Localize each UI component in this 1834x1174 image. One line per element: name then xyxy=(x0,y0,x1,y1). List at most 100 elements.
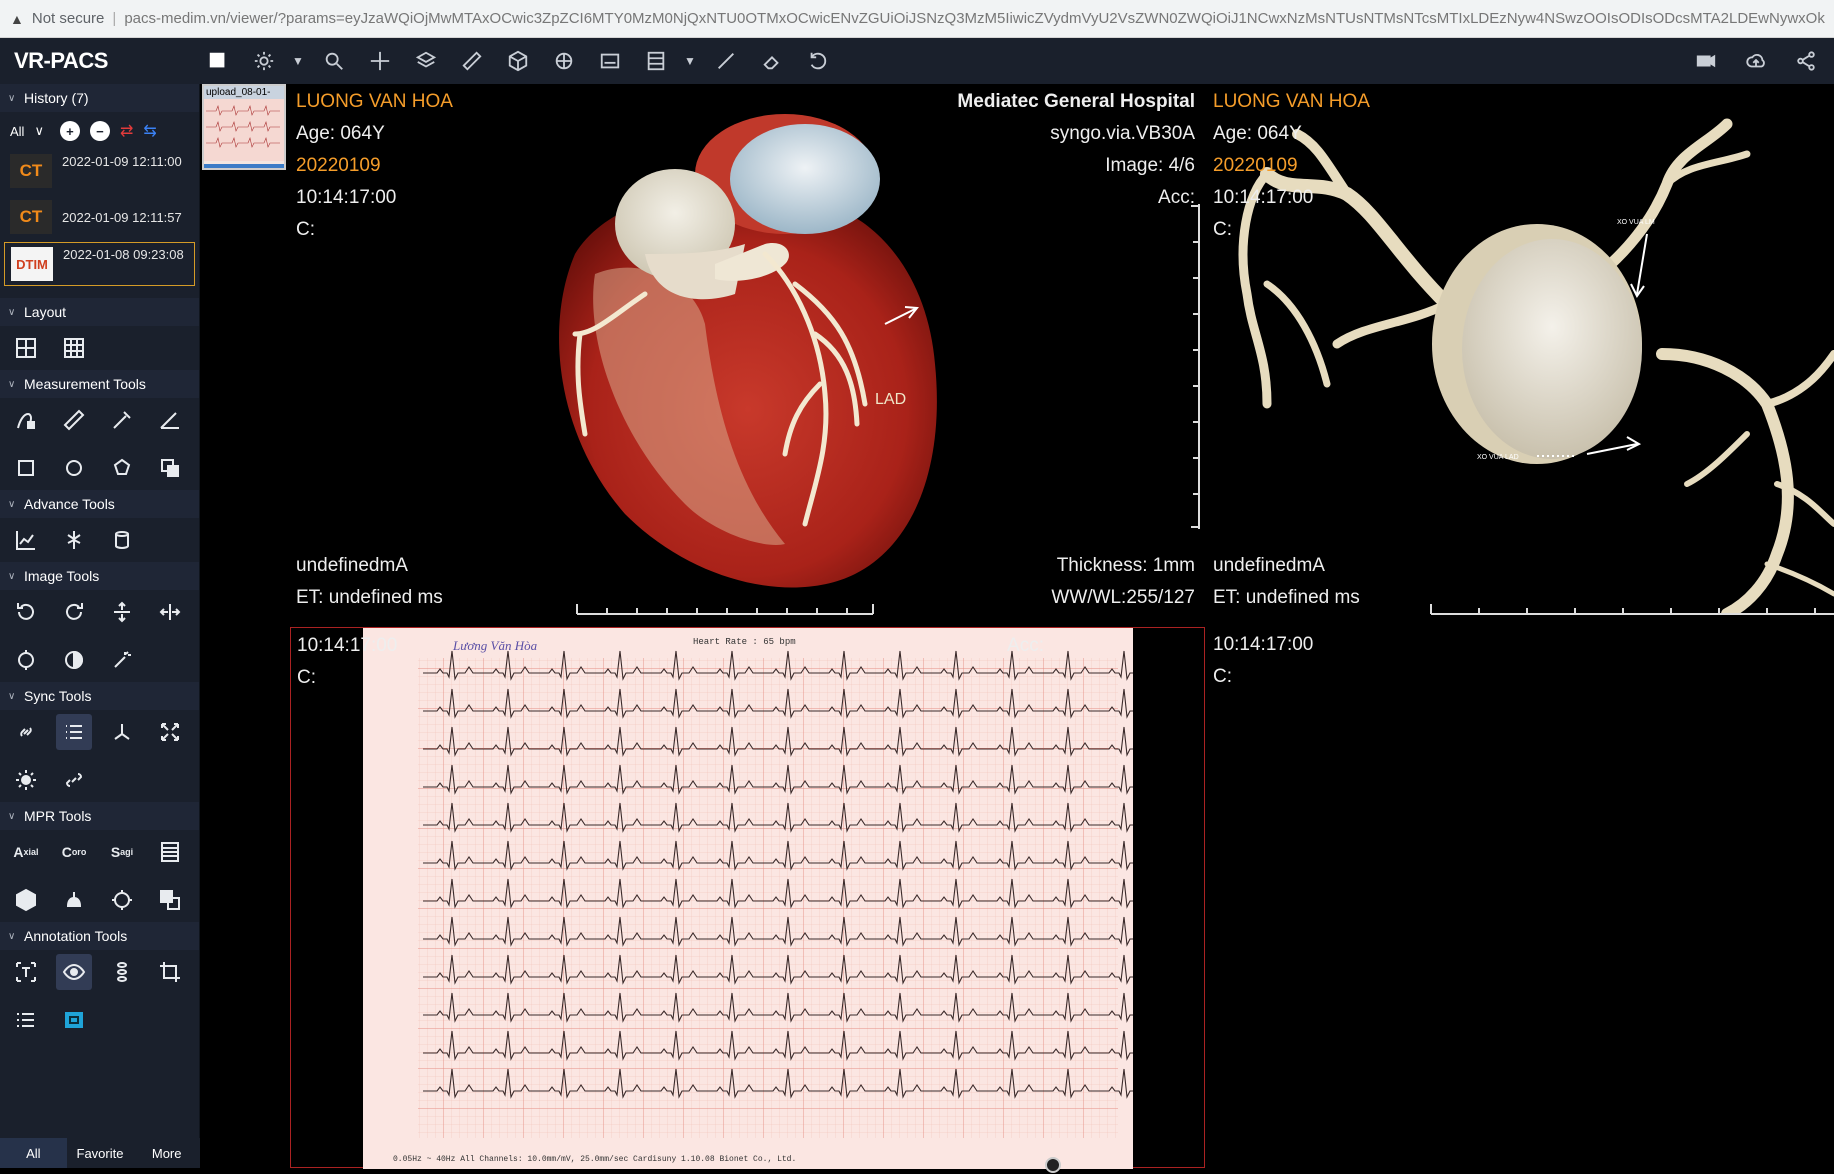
annotation-header[interactable]: ∨ Annotation Tools xyxy=(0,922,199,950)
magic-wand-icon[interactable] xyxy=(104,642,140,678)
share-icon[interactable] xyxy=(1788,43,1824,79)
viewport-ecg[interactable]: Lương Văn Hòa Heart Rate : 65 bpm 0.05Hz… xyxy=(290,627,1205,1173)
overlay-icon[interactable] xyxy=(152,882,188,918)
sagittal-icon[interactable]: Sagi xyxy=(104,834,140,870)
list-sync-icon[interactable] xyxy=(56,714,92,750)
vp1-image: Image: 4/6 xyxy=(1105,155,1195,176)
text-annotation-icon[interactable] xyxy=(8,954,44,990)
viewport-resize-handle[interactable] xyxy=(1045,1157,1061,1173)
sidebar: ∨ History (7) All ∨ + − ⇄ ⇆ CT 2022-01-09 … xyxy=(0,84,200,1168)
series-thumbnail[interactable]: upload_08-01- xyxy=(202,84,286,170)
brightness-icon[interactable] xyxy=(246,43,282,79)
expand-icon[interactable] xyxy=(152,714,188,750)
mpr-header[interactable]: ∨ MPR Tools xyxy=(0,802,199,830)
thumbnail-ecg-preview xyxy=(204,99,284,161)
video-icon[interactable] xyxy=(1688,43,1724,79)
stack-scroll-icon[interactable] xyxy=(408,43,444,79)
spine-label-icon[interactable] xyxy=(104,954,140,990)
history-header[interactable]: ∨ History (7) xyxy=(0,84,199,112)
tab-favorite[interactable]: Favorite xyxy=(67,1138,134,1168)
history-item[interactable]: CT 2022-01-09 12:11:00 xyxy=(4,150,195,194)
history-item[interactable]: CT 2022-01-09 12:11:57 xyxy=(4,196,195,240)
viewport-heart-3d[interactable]: LAD LUONG VAN HOA Age: 064Y 20220109 10:… xyxy=(290,84,1205,624)
vp2-date: 20220109 xyxy=(1213,155,1298,176)
vp1-acc: Acc: xyxy=(1158,187,1195,208)
mip-icon[interactable] xyxy=(592,43,628,79)
layout-header[interactable]: ∨ Layout xyxy=(0,298,199,326)
copy-roi-icon[interactable] xyxy=(152,450,188,486)
swap-icon[interactable]: ⇆ xyxy=(143,121,156,141)
rectangle-roi-icon[interactable] xyxy=(8,450,44,486)
chart-icon[interactable] xyxy=(8,522,44,558)
rotate-left-icon[interactable] xyxy=(8,594,44,630)
eraser-icon[interactable] xyxy=(754,43,790,79)
history-filter[interactable]: All xyxy=(10,124,24,139)
image-tools-header[interactable]: ∨ Image Tools xyxy=(0,562,199,590)
sync-header[interactable]: ∨ Sync Tools xyxy=(0,682,199,710)
invert-icon[interactable] xyxy=(56,642,92,678)
axis-icon[interactable] xyxy=(104,714,140,750)
filter-chevron-icon[interactable]: ∨ xyxy=(34,123,44,139)
freehand-icon[interactable] xyxy=(8,402,44,438)
length-icon[interactable] xyxy=(56,402,92,438)
chevron-down-icon: ∨ xyxy=(8,570,16,582)
add-circle-icon[interactable]: + xyxy=(59,121,80,141)
layout-3x3-icon[interactable] xyxy=(56,330,92,366)
caret-down-icon-2[interactable]: ▼ xyxy=(684,54,698,68)
vp1-hospital: Mediatec General Hospital xyxy=(957,91,1195,112)
caret-down-icon[interactable]: ▼ xyxy=(292,54,306,68)
viewport-coronary-3d[interactable]: XO VUA LM XO VUA LAD LUONG VAN HOA Age: … xyxy=(1207,84,1834,624)
cloud-upload-icon[interactable] xyxy=(1738,43,1774,79)
angle-icon[interactable] xyxy=(152,402,188,438)
cylinder-icon[interactable] xyxy=(104,522,140,558)
sync-icon[interactable]: ⇄ xyxy=(120,121,133,141)
rotate-right-icon[interactable] xyxy=(56,594,92,630)
zoom-icon[interactable] xyxy=(316,43,352,79)
tab-all[interactable]: All xyxy=(0,1138,67,1168)
history-thumb: DTIM xyxy=(11,247,53,281)
vp1-c: C: xyxy=(296,219,315,240)
measurement-header[interactable]: ∨ Measurement Tools xyxy=(0,370,199,398)
vp4-overlay-left: 10:14:17:00 C: xyxy=(1213,629,1313,693)
line-icon[interactable] xyxy=(708,43,744,79)
crop-icon[interactable] xyxy=(152,954,188,990)
chain-icon[interactable] xyxy=(56,762,92,798)
browser-address-bar[interactable]: ▲ Not secure | pacs-medim.vn/viewer/?par… xyxy=(0,0,1834,38)
cube-icon[interactable] xyxy=(8,882,44,918)
vessel-icon[interactable] xyxy=(56,522,92,558)
link-icon[interactable] xyxy=(8,714,44,750)
vp1-overlay-bottom-left: undefinedmA ET: undefined ms xyxy=(296,550,443,614)
slab-icon[interactable] xyxy=(152,834,188,870)
history-controls: All ∨ + − ⇄ ⇆ xyxy=(0,112,199,150)
reset-icon[interactable] xyxy=(8,642,44,678)
mpr-icon[interactable] xyxy=(638,43,674,79)
remove-circle-icon[interactable]: − xyxy=(89,121,110,141)
url-text[interactable]: pacs-medim.vn/viewer/?params=eyJzaWQiOjM… xyxy=(124,10,1825,27)
chevron-down-icon: ∨ xyxy=(8,92,16,104)
undo-icon[interactable] xyxy=(800,43,836,79)
ellipse-roi-icon[interactable] xyxy=(56,450,92,486)
coronal-icon[interactable]: Coro xyxy=(56,834,92,870)
rotate-3d-icon[interactable] xyxy=(104,882,140,918)
tab-more[interactable]: More xyxy=(133,1138,200,1168)
probe-icon[interactable] xyxy=(104,402,140,438)
polygon-roi-icon[interactable] xyxy=(104,450,140,486)
cube-3d-icon[interactable] xyxy=(500,43,536,79)
viewport-empty[interactable]: 10:14:17:00 C: xyxy=(1207,627,1834,1168)
flip-vertical-icon[interactable] xyxy=(104,594,140,630)
pan-icon[interactable] xyxy=(362,43,398,79)
lungs-icon[interactable] xyxy=(56,882,92,918)
advance-header[interactable]: ∨ Advance Tools xyxy=(0,490,199,518)
screen-icon[interactable] xyxy=(56,1002,92,1038)
axial-icon[interactable]: Axial xyxy=(8,834,44,870)
advance-title: Advance Tools xyxy=(24,496,115,512)
annotation-list-icon[interactable] xyxy=(8,1002,44,1038)
ruler-icon[interactable] xyxy=(454,43,490,79)
layout-toggle-icon[interactable] xyxy=(200,43,236,79)
sun-sync-icon[interactable] xyxy=(8,762,44,798)
volume-render-icon[interactable] xyxy=(546,43,582,79)
eye-icon[interactable] xyxy=(56,954,92,990)
flip-horizontal-icon[interactable] xyxy=(152,594,188,630)
history-item-selected[interactable]: DTIM 2022-01-08 09:23:08 xyxy=(4,242,195,286)
layout-2x2-icon[interactable] xyxy=(8,330,44,366)
